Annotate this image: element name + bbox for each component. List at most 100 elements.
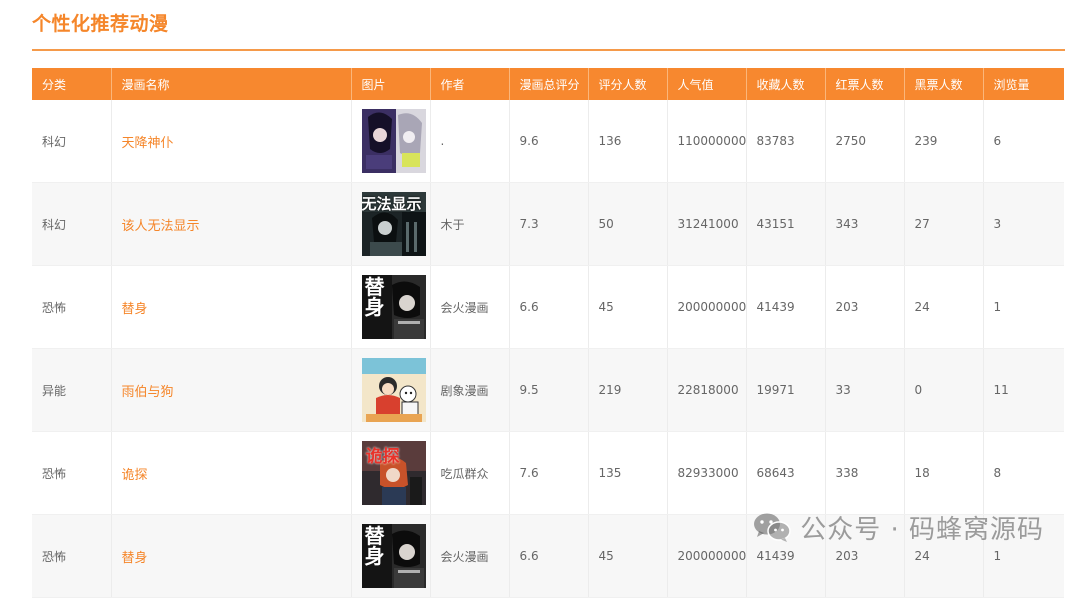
table-row: 异能 雨伯与狗 剧象漫画 9.5 219 22818000 19971 33 0 11 (32, 348, 1064, 432)
cell-name: 替身 (111, 514, 352, 598)
header-score: 漫画总评分 (509, 68, 589, 100)
cell-author: 会火漫画 (430, 514, 510, 598)
cell-author: 剧象漫画 (430, 348, 510, 432)
cover-title-text: 无法显示 (361, 195, 422, 213)
comic-title-link[interactable]: 该人无法显示 (122, 219, 200, 234)
cell-favorites: 68643 (746, 431, 826, 515)
cover-title-text: 替身 (364, 275, 385, 319)
cell-red-votes: 343 (825, 182, 905, 266)
header-red-votes: 红票人数 (825, 68, 905, 100)
cell-views: 1 (983, 265, 1064, 349)
cell-category: 恐怖 (32, 514, 112, 598)
table-row: 恐怖 替身 替身 会火漫画 6.6 45 200000000 41439 203 24 1 (32, 265, 1064, 349)
comic-title-link[interactable]: 雨伯与狗 (122, 385, 174, 400)
cell-black-votes: 239 (904, 100, 984, 183)
watermark: 公众号 · 码蜂窝源码 (752, 508, 1044, 546)
cell-name: 雨伯与狗 (111, 348, 352, 432)
cell-author: 木于 (430, 182, 510, 266)
header-raters: 评分人数 (588, 68, 668, 100)
cell-favorites: 41439 (746, 265, 826, 349)
cell-black-votes: 18 (904, 431, 984, 515)
cell-favorites: 83783 (746, 100, 826, 183)
cell-image (351, 100, 431, 183)
cell-black-votes: 0 (904, 348, 984, 432)
cell-red-votes: 33 (825, 348, 905, 432)
header-name: 漫画名称 (111, 68, 352, 100)
cell-name: 替身 (111, 265, 352, 349)
cell-views: 6 (983, 100, 1064, 183)
comic-cover-image[interactable]: 替身 (361, 275, 426, 339)
cell-image: 替身 (351, 514, 431, 598)
cell-category: 科幻 (32, 100, 112, 183)
cell-favorites: 43151 (746, 182, 826, 266)
cell-views: 3 (983, 182, 1064, 266)
watermark-text: 公众号 · 码蜂窝源码 (800, 514, 1044, 545)
cell-views: 11 (983, 348, 1064, 432)
cell-raters: 45 (588, 514, 668, 598)
cell-image: 诡探 (351, 431, 431, 515)
header-views: 浏览量 (983, 68, 1064, 100)
cell-score: 7.3 (509, 182, 589, 266)
cell-raters: 136 (588, 100, 668, 183)
cover-title-text: 诡探 (365, 447, 400, 467)
cell-score: 6.6 (509, 514, 589, 598)
header-image: 图片 (351, 68, 431, 100)
cell-name: 诡探 (111, 431, 352, 515)
cell-image: 无法显示 (351, 182, 431, 266)
comic-cover-image[interactable]: 诡探 (361, 441, 426, 505)
cell-popularity: 110000000 (667, 100, 747, 183)
cell-red-votes: 2750 (825, 100, 905, 183)
header-popularity: 人气值 (667, 68, 747, 100)
cell-raters: 50 (588, 182, 668, 266)
comic-cover-image[interactable]: 替身 (361, 524, 426, 588)
cell-category: 恐怖 (32, 431, 112, 515)
cell-name: 该人无法显示 (111, 182, 352, 266)
table-header-row: 分类 漫画名称 图片 作者 漫画总评分 评分人数 人气值 收藏人数 红票人数 黑… (32, 68, 1064, 100)
comic-cover-image[interactable] (361, 358, 426, 422)
comic-cover-image[interactable] (361, 109, 426, 173)
comic-title-link[interactable]: 天降神仆 (122, 136, 174, 151)
cell-author: 会火漫画 (430, 265, 510, 349)
cell-raters: 135 (588, 431, 668, 515)
cell-category: 恐怖 (32, 265, 112, 349)
table-row: 科幻 天降神仆 . 9.6 136 110000000 83783 2750 239 6 (32, 100, 1064, 183)
cell-popularity: 200000000 (667, 265, 747, 349)
header-author: 作者 (430, 68, 510, 100)
page-title: 个性化推荐动漫 (32, 13, 169, 35)
cell-raters: 219 (588, 348, 668, 432)
cell-author: . (430, 100, 510, 183)
cell-black-votes: 27 (904, 182, 984, 266)
cell-popularity: 82933000 (667, 431, 747, 515)
cell-popularity: 31241000 (667, 182, 747, 266)
cell-raters: 45 (588, 265, 668, 349)
cell-category: 科幻 (32, 182, 112, 266)
cell-author: 吃瓜群众 (430, 431, 510, 515)
cell-red-votes: 338 (825, 431, 905, 515)
cell-black-votes: 24 (904, 265, 984, 349)
comic-title-link[interactable]: 诡探 (122, 468, 148, 483)
cell-image: 替身 (351, 265, 431, 349)
header-category: 分类 (32, 68, 112, 100)
comic-cover-image[interactable]: 无法显示 (361, 192, 426, 256)
cell-category: 异能 (32, 348, 112, 432)
cell-popularity: 22818000 (667, 348, 747, 432)
table-row: 科幻 该人无法显示 无法显示 木于 7.3 50 31241000 43151 343 27 3 (32, 182, 1064, 266)
cell-score: 9.5 (509, 348, 589, 432)
cell-score: 9.6 (509, 100, 589, 183)
cover-title-text: 替身 (364, 524, 385, 568)
table-row: 恐怖 诡探 诡探 吃瓜群众 7.6 135 82933000 68643 338 18 8 (32, 431, 1064, 515)
cell-score: 7.6 (509, 431, 589, 515)
title-divider (32, 49, 1065, 51)
cell-score: 6.6 (509, 265, 589, 349)
cell-image (351, 348, 431, 432)
comic-title-link[interactable]: 替身 (122, 551, 148, 566)
header-black-votes: 黑票人数 (904, 68, 984, 100)
cell-views: 8 (983, 431, 1064, 515)
cell-favorites: 19971 (746, 348, 826, 432)
header-favorites: 收藏人数 (746, 68, 826, 100)
cell-red-votes: 203 (825, 265, 905, 349)
comic-title-link[interactable]: 替身 (122, 302, 148, 317)
cell-popularity: 200000000 (667, 514, 747, 598)
cell-name: 天降神仆 (111, 100, 352, 183)
wechat-icon (754, 513, 791, 542)
